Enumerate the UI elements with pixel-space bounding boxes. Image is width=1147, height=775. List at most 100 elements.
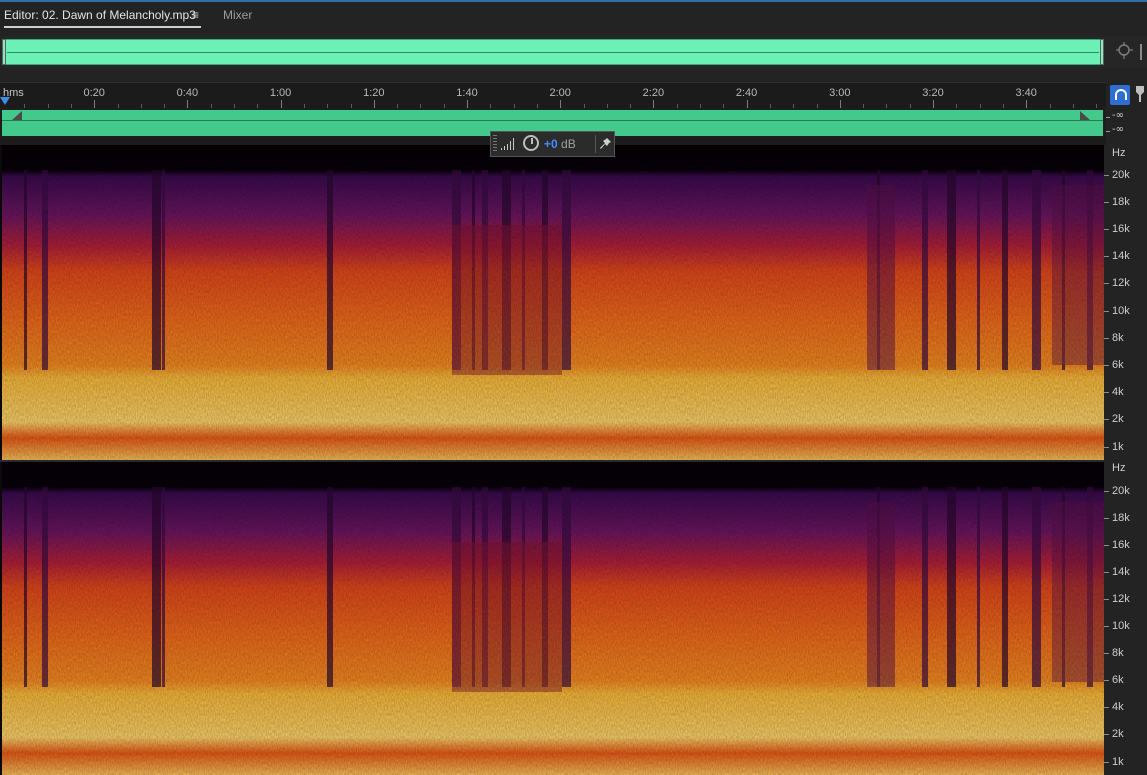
volume-hud[interactable]: +0 dB: [490, 131, 615, 157]
ruler-tick-label: 3:20: [922, 87, 944, 99]
time-ruler[interactable]: hms 0:20 0:40 1:00 1:20 1:40 2:00 2:20 2:40 3:00…: [0, 82, 1106, 109]
frequency-tick: [1104, 202, 1109, 204]
frequency-label: 14k: [1112, 250, 1130, 263]
ruler-tick-label: 1:00: [269, 87, 292, 99]
ruler-major-tick: [933, 100, 934, 108]
hud-drag-grip[interactable]: [493, 135, 497, 153]
ruler-tick-label: 2:20: [642, 87, 665, 99]
overview-range-bar[interactable]: [2, 39, 1104, 65]
ruler-major-tick: [467, 100, 468, 108]
frequency-tick: [1104, 256, 1109, 258]
frequency-label: 2k: [1112, 413, 1124, 425]
frequency-scale-right: Hz 20k 18k 16k 14k 12k 10k 8k 6k 4k 2k 1k: [1104, 462, 1147, 775]
overview-waveform-line: [7, 52, 1099, 53]
hud-db-unit: dB: [561, 137, 576, 151]
volume-envelope-line[interactable]: [2, 120, 1103, 121]
ruler-tick-label: 0:40: [176, 87, 199, 99]
frequency-tick: [1104, 707, 1109, 708]
frequency-label: 6k: [1112, 674, 1124, 686]
frequency-label: 8k: [1112, 331, 1124, 344]
overview-left-handle[interactable]: [2, 39, 6, 65]
ruler-major-tick: [187, 100, 189, 108]
spectrogram-image-right: [2, 462, 1104, 775]
frequency-label: 20k: [1112, 169, 1130, 181]
marker-pin-stem: [1139, 94, 1141, 102]
frequency-label: 14k: [1112, 566, 1130, 578]
frequency-label: 16k: [1112, 539, 1130, 551]
frequency-tick: [1104, 175, 1109, 176]
frequency-label: 20k: [1112, 485, 1130, 497]
frequency-label: 6k: [1112, 358, 1124, 371]
ruler-major-tick: [839, 100, 841, 108]
volume-bars-icon: [501, 138, 514, 150]
level-tick: [1106, 117, 1110, 118]
frequency-label: 10k: [1112, 304, 1130, 317]
ruler-major-tick: [94, 100, 96, 108]
frequency-tick: [1104, 337, 1109, 339]
tab-editor[interactable]: Editor: 02. Dawn of Melancholy.mp3: [4, 8, 196, 22]
spectrogram-channel-right[interactable]: [0, 462, 1104, 775]
frequency-tick: [1104, 364, 1109, 366]
frequency-tick: [1104, 491, 1109, 492]
tab-mixer[interactable]: Mixer: [223, 8, 252, 22]
level-tick: [1106, 131, 1110, 132]
snap-button[interactable]: [1110, 85, 1130, 105]
frequency-tick: [1104, 572, 1109, 573]
frequency-tick: [1104, 229, 1109, 231]
ruler-tick-label: 1:40: [456, 87, 478, 99]
active-tab-indicator: [4, 26, 201, 28]
ruler-tick-label: 1:20: [363, 87, 385, 99]
frequency-label: 18k: [1112, 196, 1130, 209]
frequency-label: 10k: [1112, 620, 1130, 632]
zoom-crosshair-icon[interactable]: [1116, 42, 1134, 60]
frequency-tick: [1104, 653, 1109, 654]
ruler-major-tick: [373, 100, 375, 108]
magnet-snap-icon: [1115, 89, 1127, 100]
frequency-tick: [1104, 762, 1109, 763]
ruler-tick-label: 3:00: [829, 87, 851, 99]
level-label-top: -∞: [1112, 110, 1124, 121]
ruler-tick-label: 2:40: [735, 87, 758, 99]
frequency-tick: [1104, 518, 1109, 519]
frequency-unit-label: Hz: [1112, 462, 1126, 474]
frequency-label: 4k: [1112, 385, 1124, 398]
playhead-marker[interactable]: [0, 97, 10, 105]
overview-right-handle[interactable]: [1100, 39, 1104, 65]
frequency-label: 12k: [1112, 593, 1130, 605]
fade-in-handle[interactable]: [12, 111, 22, 120]
frequency-tick: [1104, 391, 1109, 393]
frequency-unit-label: Hz: [1112, 147, 1126, 159]
volume-knob-indicator: [531, 138, 533, 144]
level-scale: -∞ -∞: [1106, 108, 1147, 144]
frequency-tick: [1104, 419, 1109, 420]
ruler-major-tick: [280, 100, 282, 108]
ruler-major-tick: [1026, 100, 1028, 108]
panel-edge-icon: [1140, 44, 1146, 60]
ruler-major-tick: [653, 100, 655, 108]
volume-knob-icon[interactable]: [523, 135, 539, 151]
level-label-bottom: -∞: [1112, 124, 1124, 135]
spectrogram-channel-left[interactable]: [0, 145, 1104, 460]
frequency-label: 12k: [1112, 277, 1130, 290]
spectrogram-image-left: [2, 145, 1104, 460]
frequency-tick: [1104, 283, 1109, 285]
frequency-tick: [1104, 680, 1109, 681]
frequency-tick: [1104, 545, 1109, 546]
frequency-tick: [1104, 599, 1109, 600]
pin-icon[interactable]: [600, 137, 612, 151]
ruler-major-tick: [746, 100, 748, 108]
frequency-label: 1k: [1112, 441, 1124, 453]
hud-separator: [595, 135, 596, 153]
frequency-tick: [1104, 447, 1109, 448]
tab-menu-icon[interactable]: ≡: [192, 8, 199, 22]
overview-panel: [0, 36, 1147, 68]
ruler-tick-label: 3:40: [1015, 87, 1037, 99]
fade-out-handle[interactable]: [1080, 111, 1090, 120]
hud-db-value[interactable]: +0: [544, 137, 558, 151]
frequency-label: 2k: [1112, 728, 1124, 740]
frequency-label: 8k: [1112, 647, 1124, 659]
hud-db-readout[interactable]: +0 dB: [544, 137, 576, 151]
frequency-tick: [1104, 626, 1109, 627]
ruler-tick-label: 0:20: [83, 87, 105, 99]
ruler-tick-label: 2:00: [549, 87, 571, 99]
